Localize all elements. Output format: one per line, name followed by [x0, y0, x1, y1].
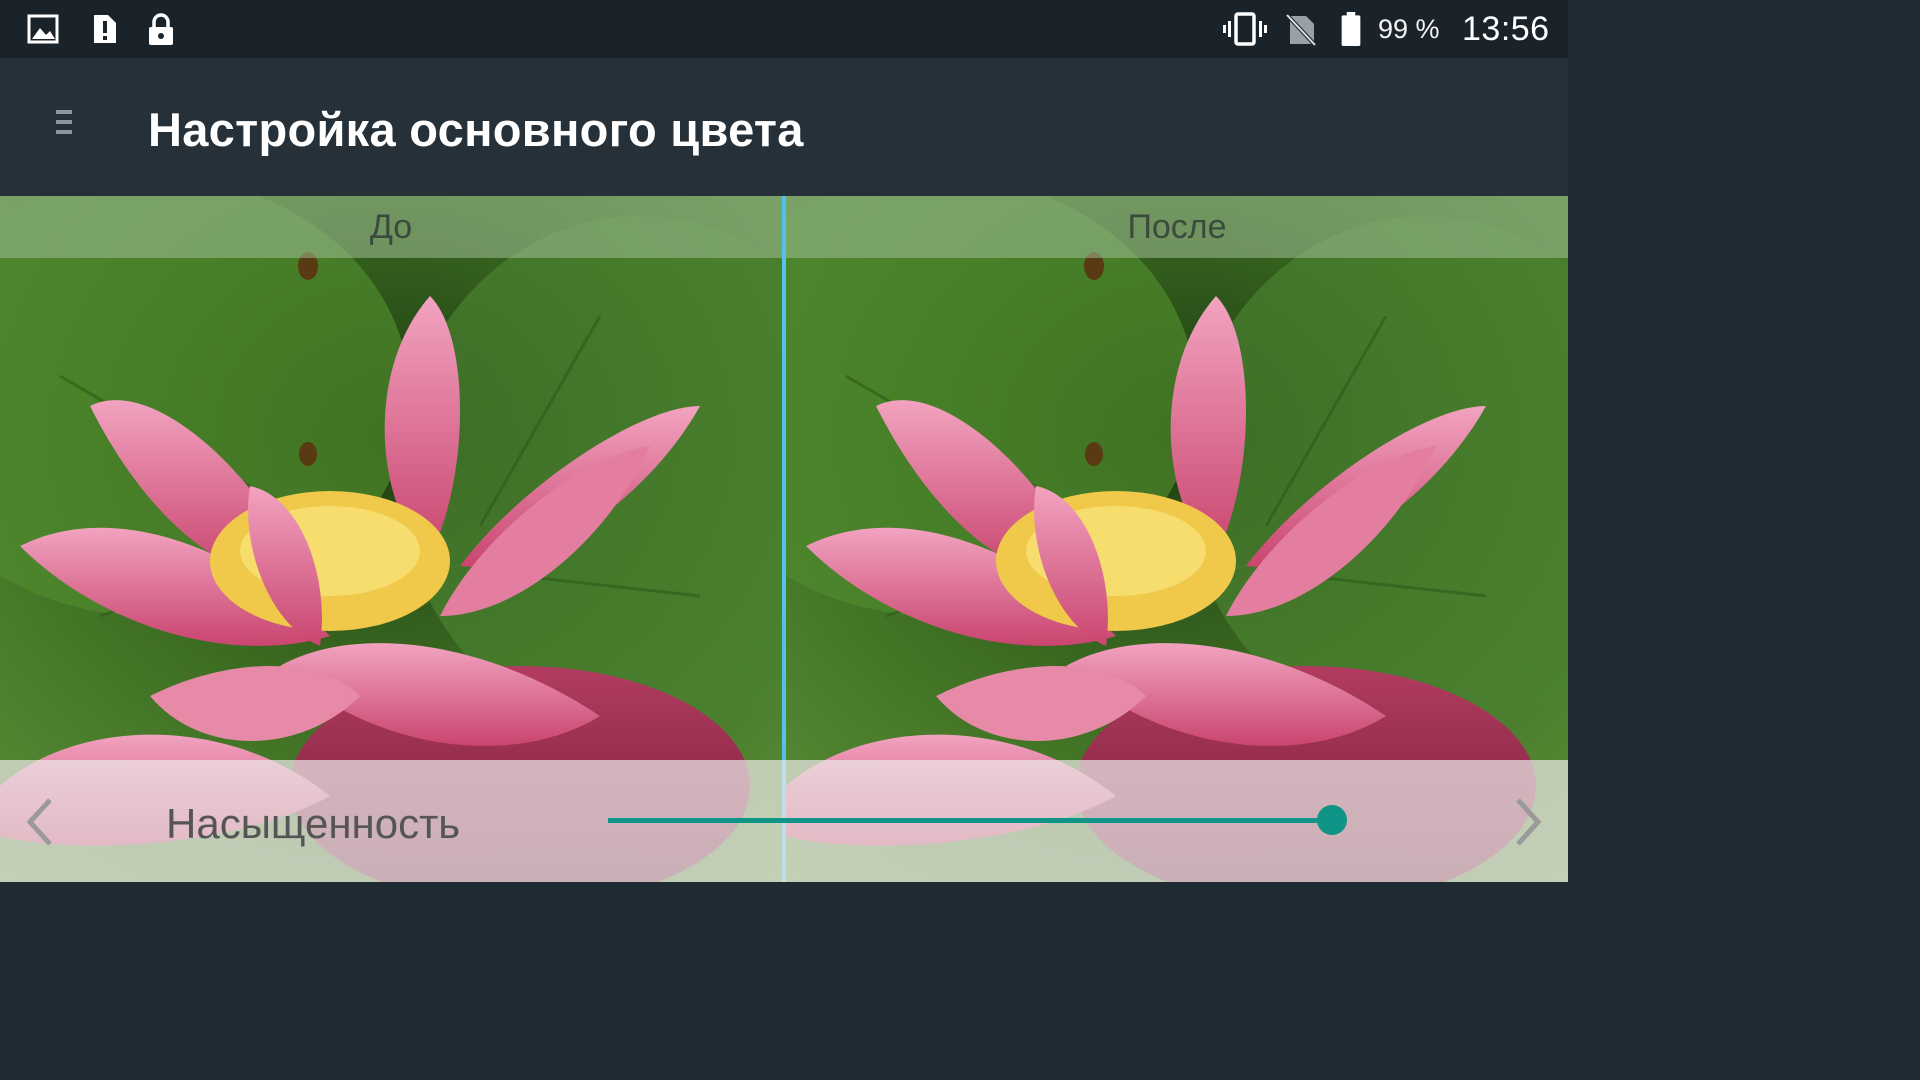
after-label-strip: После	[786, 196, 1568, 258]
adjustment-panel: Насыщенность	[0, 760, 1568, 882]
before-label-strip: До	[0, 196, 782, 258]
alert-icon	[94, 15, 116, 43]
battery-percent: 99 %	[1378, 14, 1440, 44]
clock: 13:56	[1462, 10, 1550, 48]
setting-label: Насыщенность	[166, 800, 461, 847]
chevron-left-icon[interactable]	[20, 792, 60, 852]
status-bar: 99 % 13:56	[0, 0, 1568, 58]
page-title: Настройка основного цвета	[148, 103, 804, 156]
menu-icon[interactable]	[48, 110, 80, 150]
battery-icon	[1341, 12, 1361, 46]
before-label: До	[369, 208, 413, 246]
slider-fill	[608, 818, 1332, 823]
vibrate-icon	[1223, 12, 1267, 46]
slider-thumb[interactable]	[1317, 805, 1347, 835]
saturation-slider[interactable]	[608, 805, 1347, 835]
no-sim-icon	[1285, 13, 1317, 46]
app-bar: Настройка основного цвета	[0, 58, 1568, 196]
chevron-right-icon[interactable]	[1508, 792, 1548, 852]
gallery-icon	[27, 14, 59, 44]
after-label: После	[1127, 208, 1227, 246]
lock-icon	[149, 13, 173, 45]
